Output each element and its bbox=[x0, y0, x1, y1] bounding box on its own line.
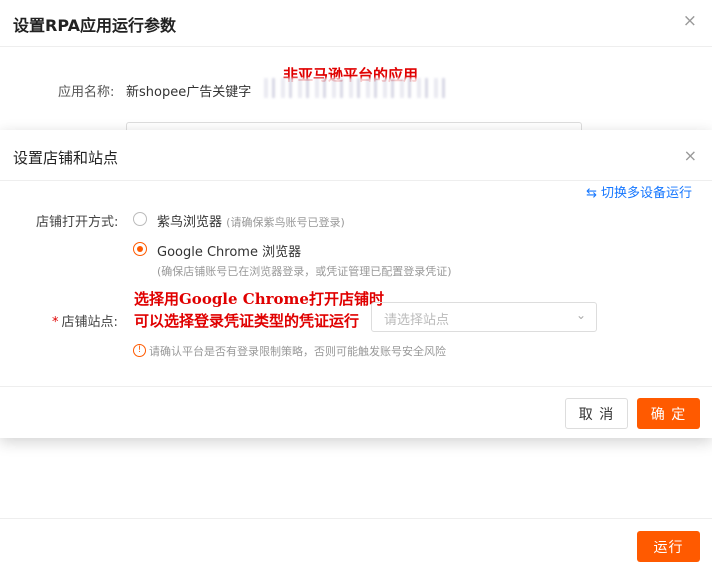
chevron-down-icon: ⌄ bbox=[575, 308, 586, 322]
option-ziniao-label: 紫鸟浏览器 bbox=[157, 215, 223, 230]
outer-modal-header: 设置RPA应用运行参数 × bbox=[0, 0, 712, 47]
app-name-label: 应用名称: bbox=[58, 85, 115, 100]
open-method-label: 店铺打开方式: bbox=[36, 215, 119, 230]
app-name-row: 应用名称: 新shopee广告关键字 bbox=[0, 78, 712, 102]
switch-multi-device-link[interactable]: ⇆ 切换多设备运行 bbox=[586, 182, 692, 201]
switch-link-label: 切换多设备运行 bbox=[600, 186, 692, 201]
cancel-button[interactable]: 取 消 bbox=[565, 398, 628, 429]
site-select-placeholder: 请选择站点 bbox=[384, 313, 450, 328]
inner-modal-title: 设置店铺和站点 bbox=[13, 149, 119, 167]
site-select[interactable]: 请选择站点 ⌄ bbox=[371, 302, 597, 332]
inner-footer-divider bbox=[0, 386, 712, 387]
app-name-value: 新shopee广告关键字 bbox=[126, 85, 252, 100]
annotation-line-2: 可以选择登录凭证类型的凭证运行 bbox=[134, 312, 360, 330]
warning-icon: ! bbox=[133, 344, 146, 357]
annotation-line-1: 选择用Google Chrome打开店铺时 bbox=[134, 290, 384, 308]
radio-chrome[interactable] bbox=[133, 242, 147, 256]
switch-icon: ⇆ bbox=[586, 186, 597, 201]
inner-modal: 设置店铺和站点 × ⇆ 切换多设备运行 店铺打开方式: 紫鸟浏览器 (请确保紫鸟账… bbox=[0, 130, 712, 438]
inner-close-icon[interactable]: × bbox=[684, 146, 697, 165]
site-label: 店铺站点: bbox=[61, 315, 118, 330]
site-label-wrap: * 店铺站点: bbox=[52, 311, 118, 330]
outer-footer-divider bbox=[0, 518, 712, 519]
run-button[interactable]: 运行 bbox=[637, 531, 700, 562]
outer-close-icon[interactable]: × bbox=[683, 11, 697, 31]
option-ziniao[interactable]: 紫鸟浏览器 (请确保紫鸟账号已登录) bbox=[157, 211, 345, 230]
option-chrome-hint: (确保店铺账号已在浏览器登录，或凭证管理已配置登录凭证) bbox=[157, 265, 452, 278]
warning-text: 请确认平台是否有登录限制策略，否则可能触发账号安全风险 bbox=[149, 345, 446, 358]
required-mark: * bbox=[52, 315, 59, 330]
radio-ziniao[interactable] bbox=[133, 212, 147, 226]
inner-modal-header: 设置店铺和站点 × bbox=[0, 130, 712, 181]
confirm-button[interactable]: 确 定 bbox=[637, 398, 700, 429]
redacted-text bbox=[258, 78, 448, 98]
option-ziniao-hint: (请确保紫鸟账号已登录) bbox=[226, 216, 345, 229]
option-chrome-label[interactable]: Google Chrome 浏览器 bbox=[157, 241, 301, 260]
outer-modal-title: 设置RPA应用运行参数 bbox=[13, 16, 176, 35]
